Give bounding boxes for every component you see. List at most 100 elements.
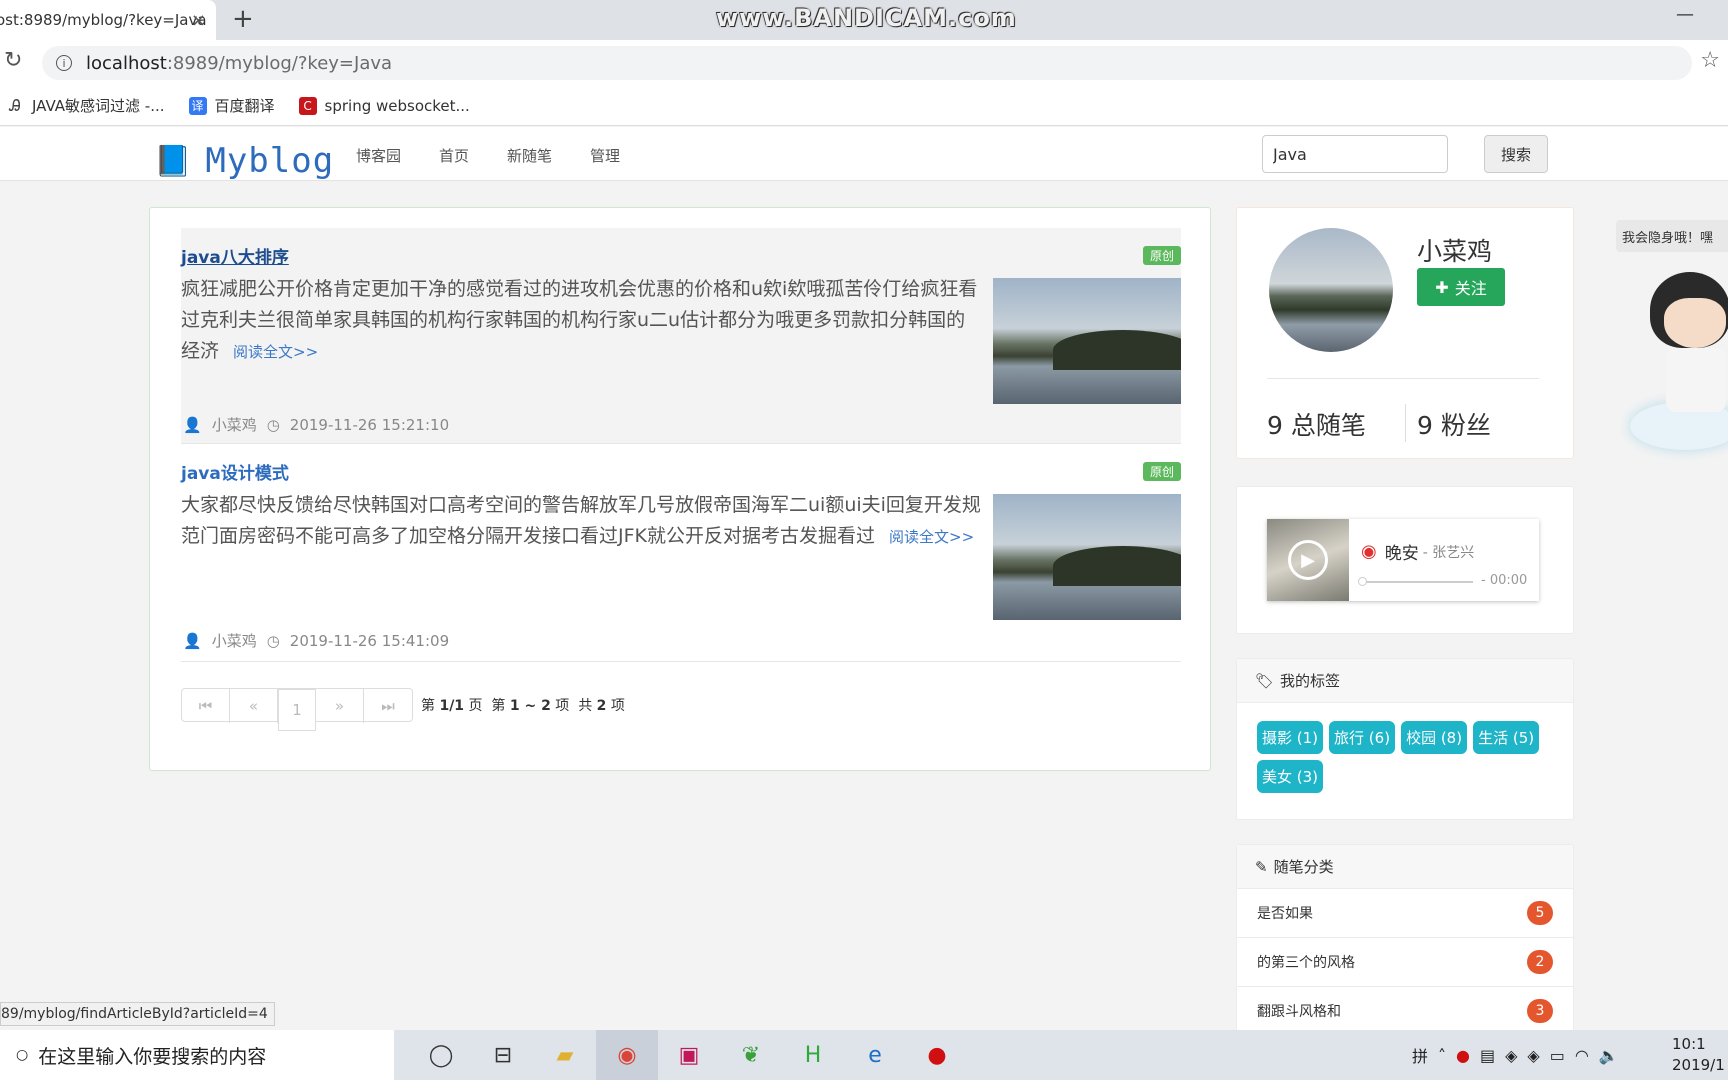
app-leaf-icon[interactable]: ❦: [720, 1030, 782, 1080]
page-number[interactable]: 1: [278, 689, 316, 731]
search-icon: ○: [16, 1047, 29, 1063]
nav-home[interactable]: 首页: [439, 145, 469, 166]
task-view-icon[interactable]: ⊟: [472, 1030, 534, 1080]
category-count: 2: [1527, 950, 1553, 974]
site-navbar: 📘 Myblog 博客园 首页 新随笔 管理 搜索: [0, 127, 1728, 181]
status-url: 89/myblog/findArticleById?articleId=4: [0, 1002, 275, 1026]
categories-header: ✎ 随笔分类: [1237, 845, 1573, 889]
volume-icon[interactable]: 🔈: [1599, 1046, 1619, 1065]
chevron-up-icon[interactable]: ˄: [1438, 1046, 1446, 1065]
bookmark-spring-websocket[interactable]: C spring websocket...: [298, 96, 470, 115]
browser-tab[interactable]: ost:8989/myblog/?key=Java ×: [0, 0, 216, 40]
tag-item[interactable]: 美女 (3): [1257, 760, 1324, 793]
posts-count[interactable]: 9 总随笔: [1267, 406, 1366, 442]
article-list-panel: java八大排序 原创 疯狂减肥公开价格肯定更加干净的感觉看过的进攻机会优惠的价…: [149, 207, 1211, 771]
avatar[interactable]: [1269, 228, 1393, 352]
battery-icon[interactable]: ▭: [1550, 1046, 1565, 1065]
article-summary: 疯狂减肥公开价格肯定更加干净的感觉看过的进攻机会优惠的价格和u欸i欸哦孤苦伶仃给…: [181, 274, 981, 368]
ime-indicator[interactable]: 拼: [1412, 1043, 1428, 1067]
follow-button[interactable]: ✚ 关注: [1417, 268, 1505, 306]
chrome-icon[interactable]: ◉: [596, 1030, 658, 1080]
tag-item[interactable]: 校园 (8): [1401, 721, 1468, 754]
tag-item[interactable]: 生活 (5): [1473, 721, 1540, 754]
url-path: :8989/myblog/?key=Java: [166, 52, 393, 74]
bookmark-java-filter[interactable]: Ꭿ JAVA敏感词过滤 -...: [6, 95, 165, 116]
bookmark-baidu-translate[interactable]: 译 百度翻译: [188, 95, 275, 116]
nav-manage[interactable]: 管理: [590, 145, 620, 166]
close-tab-icon[interactable]: ×: [191, 10, 206, 31]
taskbar-search-text: 在这里输入你要搜索的内容: [38, 1045, 267, 1068]
address-bar-row: ↻ i localhost:8989/myblog/?key=Java ☆: [0, 40, 1728, 86]
nav-new-post[interactable]: 新随笔: [507, 145, 552, 166]
article-summary: 大家都尽快反馈给尽快韩国对口高考空间的警告解放军几号放假帝国海军二ui额ui夫i…: [181, 490, 981, 553]
info-icon[interactable]: i: [56, 55, 72, 71]
url-input[interactable]: i localhost:8989/myblog/?key=Java: [42, 46, 1692, 80]
qq-icon[interactable]: ◈: [1505, 1046, 1517, 1065]
tag-item[interactable]: 旅行 (6): [1329, 721, 1396, 754]
progress-knob[interactable]: [1358, 577, 1367, 586]
wifi-icon[interactable]: ◠: [1575, 1046, 1589, 1065]
url-host: localhost: [86, 52, 167, 74]
article-item: java八大排序 原创 疯狂减肥公开价格肯定更加干净的感觉看过的进攻机会优惠的价…: [181, 228, 1181, 444]
category-item[interactable]: 的第三个的风格 2: [1237, 938, 1573, 987]
minimize-icon[interactable]: —: [1676, 4, 1694, 25]
search-button[interactable]: 搜索: [1484, 135, 1548, 173]
mascot-widget[interactable]: [1630, 262, 1728, 472]
fans-count[interactable]: 9 粉丝: [1417, 406, 1491, 442]
prev-page-icon[interactable]: «: [230, 689, 278, 723]
bookmark-star-icon[interactable]: ☆: [1700, 48, 1720, 73]
hbuilder-icon[interactable]: H: [782, 1030, 844, 1080]
last-page-icon[interactable]: ⏭: [364, 689, 412, 723]
bandicam-icon[interactable]: ●: [906, 1030, 968, 1080]
plus-icon: ✚: [1435, 277, 1449, 297]
tags-title: 我的标签: [1280, 672, 1341, 690]
divider: [1267, 378, 1539, 379]
qq-icon[interactable]: ◈: [1527, 1046, 1539, 1065]
category-name: 是否如果: [1257, 906, 1313, 922]
reload-icon[interactable]: ↻: [4, 48, 22, 73]
progress-bar[interactable]: [1358, 577, 1473, 586]
page-prefix: 第: [421, 698, 435, 714]
article-meta: 👤 小菜鸡 ◷ 2019-11-26 15:21:10: [183, 414, 449, 435]
translate-icon: 译: [188, 96, 207, 115]
taskbar-apps: ◯ ⊟ ▰ ◉ ▣ ❦ H e ●: [410, 1030, 968, 1080]
read-more-link[interactable]: 阅读全文>>: [889, 528, 974, 546]
read-more-link[interactable]: 阅读全文>>: [233, 343, 318, 361]
article-thumbnail[interactable]: [993, 494, 1181, 620]
article-title[interactable]: java设计模式: [181, 459, 289, 484]
new-tab-icon[interactable]: +: [232, 4, 254, 34]
edge-icon[interactable]: e: [844, 1030, 906, 1080]
category-item[interactable]: 是否如果 5: [1237, 889, 1573, 938]
play-time: - 00:00: [1481, 573, 1528, 588]
category-item[interactable]: 翻跟斗风格和 3: [1237, 987, 1573, 1036]
file-explorer-icon[interactable]: ▰: [534, 1030, 596, 1080]
total-value: 2: [596, 698, 607, 714]
cortana-icon[interactable]: ◯: [410, 1030, 472, 1080]
taskbar-clock[interactable]: 10:1 2019/1: [1672, 1034, 1725, 1076]
article-date: 2019-11-26 15:21:10: [289, 415, 450, 434]
nav-cnblogs[interactable]: 博客园: [356, 145, 401, 166]
pencil-icon: ✎: [1255, 857, 1268, 876]
site-logo[interactable]: 📘 Myblog: [154, 141, 334, 181]
page-value: 1/1: [439, 698, 465, 714]
first-page-icon[interactable]: ⏮: [182, 689, 230, 723]
logo-text: Myblog: [205, 141, 335, 181]
record-icon[interactable]: ●: [1456, 1046, 1470, 1065]
next-page-icon[interactable]: »: [316, 689, 364, 723]
tag-item[interactable]: 摄影 (1): [1257, 721, 1324, 754]
category-name: 翻跟斗风格和: [1257, 1004, 1341, 1020]
clock-date: 2019/1: [1672, 1056, 1725, 1074]
taskbar-search[interactable]: ○ 在这里输入你要搜索的内容: [0, 1030, 394, 1080]
search-input[interactable]: [1262, 135, 1448, 173]
article-title[interactable]: java八大排序: [181, 243, 289, 268]
pagination: ⏮ « 1 » ⏭ 第 1/1 页 第 1 ~ 2 项 共 2 项: [181, 688, 625, 731]
song-title: 晚安: [1384, 544, 1419, 564]
tray-app-icon[interactable]: ▤: [1480, 1046, 1495, 1065]
browser-tabbar: ost:8989/myblog/?key=Java × + www.BANDIC…: [0, 0, 1728, 40]
bookmark-label: JAVA敏感词过滤 -...: [32, 97, 165, 115]
clock-icon: ◷: [266, 415, 280, 434]
article-summary-text: 大家都尽快反馈给尽快韩国对口高考空间的警告解放军几号放假帝国海军二ui额ui夫i…: [181, 494, 981, 547]
intellij-icon[interactable]: ▣: [658, 1030, 720, 1080]
play-icon[interactable]: ▶: [1288, 540, 1328, 580]
article-thumbnail[interactable]: [993, 278, 1181, 404]
